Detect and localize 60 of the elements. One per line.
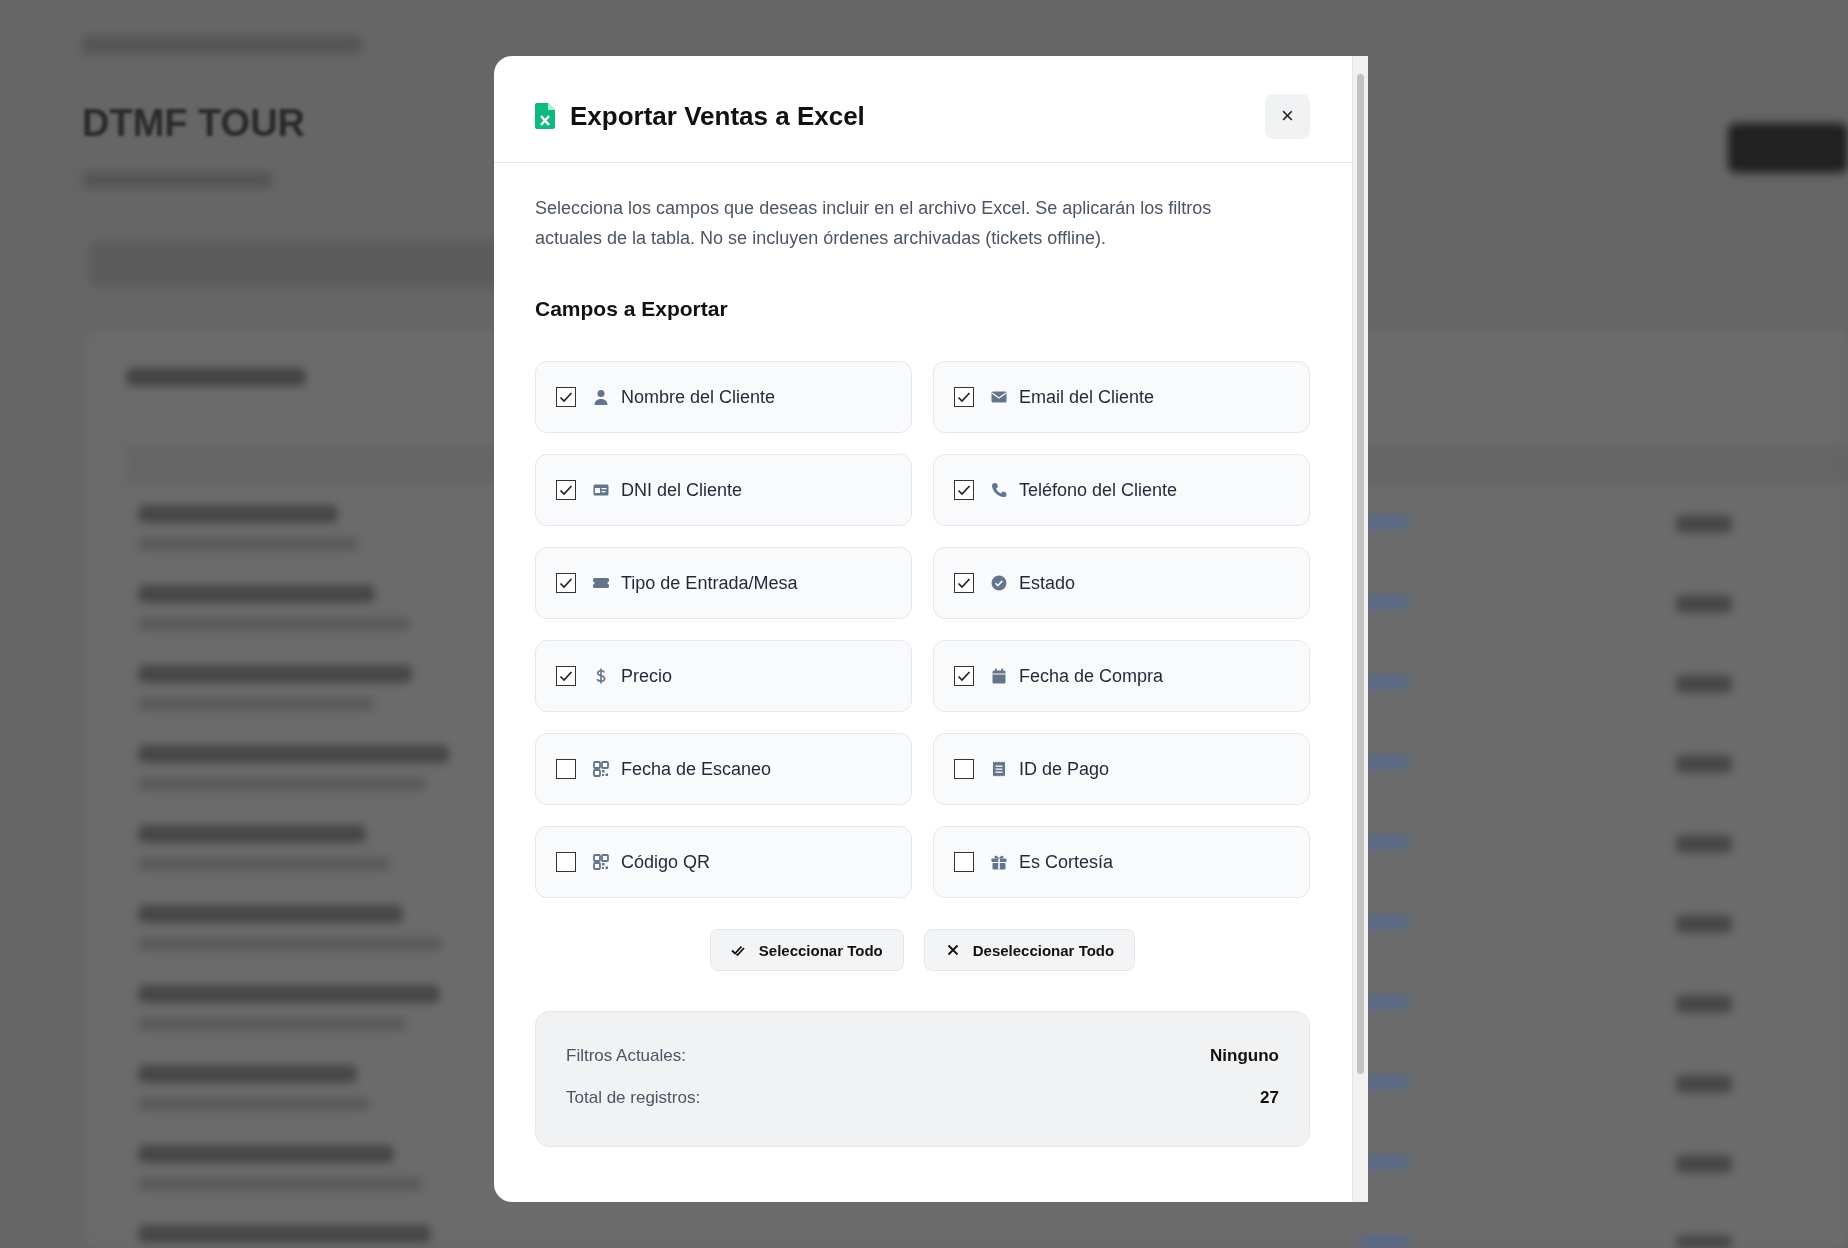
field-label: DNI del Cliente (621, 479, 743, 501)
qr-code-icon (593, 761, 609, 777)
field-label: Nombre del Cliente (621, 386, 776, 408)
field-option[interactable]: Estado (933, 547, 1310, 619)
qr-code-icon (593, 854, 609, 870)
checkbox[interactable] (556, 387, 576, 407)
field-label: Código QR (621, 851, 711, 873)
summary-value: 27 (1260, 1088, 1279, 1108)
checkbox[interactable] (954, 573, 974, 593)
select-all-button[interactable]: Seleccionar Todo (709, 929, 904, 971)
id-card-icon (593, 482, 609, 498)
gift-icon (991, 854, 1007, 870)
field-option[interactable]: Código QR (535, 826, 912, 898)
summary-label: Filtros Actuales: (566, 1046, 686, 1066)
field-label: Fecha de Compra (1019, 665, 1164, 687)
calendar-icon (991, 668, 1007, 684)
checkbox[interactable] (556, 480, 576, 500)
phone-icon (991, 482, 1007, 498)
checkbox[interactable] (556, 666, 576, 686)
close-button[interactable]: × (1265, 93, 1310, 139)
scrollbar[interactable] (1352, 56, 1368, 1202)
field-label: Email del Cliente (1019, 386, 1155, 408)
field-label: Precio (621, 665, 673, 687)
checkbox[interactable] (954, 852, 974, 872)
envelope-icon (991, 389, 1007, 405)
field-label: Estado (1019, 572, 1076, 594)
field-label: Es Cortesía (1019, 851, 1114, 873)
field-option[interactable]: Fecha de Compra (933, 640, 1310, 712)
receipt-icon (991, 761, 1007, 777)
field-option[interactable]: Email del Cliente (933, 361, 1310, 433)
deselect-all-button[interactable]: Deseleccionar Todo (923, 929, 1136, 971)
section-title: Campos a Exportar (535, 297, 729, 321)
field-option[interactable]: Teléfono del Cliente (933, 454, 1310, 526)
field-option[interactable]: Fecha de Escaneo (535, 733, 912, 805)
summary-value: Ninguno (1210, 1046, 1279, 1066)
description-text: Selecciona los campos que deseas incluir en el archivo Excel. Se aplicarán los filtros actuales de la tabla. No se incluyen órdenes archivadas (tickets offline). (535, 197, 1213, 250)
checkbox[interactable] (556, 852, 576, 872)
checkbox[interactable] (954, 666, 974, 686)
ticket-icon (593, 575, 609, 591)
checkbox[interactable] (954, 480, 974, 500)
field-option[interactable]: Precio (535, 640, 912, 712)
field-option[interactable]: Tipo de Entrada/Mesa (535, 547, 912, 619)
summary-label: Total de registros: (566, 1088, 701, 1108)
checkbox[interactable] (954, 759, 974, 779)
field-label: ID de Pago (1019, 758, 1110, 780)
person-icon (593, 389, 609, 405)
page-title: DTMF TOUR (82, 102, 306, 145)
dialog-title: Exportar Ventas a Excel (570, 100, 866, 132)
excel-file-icon (535, 103, 555, 129)
check-circle-icon (991, 575, 1007, 591)
field-option[interactable]: Nombre del Cliente (535, 361, 912, 433)
checkbox[interactable] (556, 759, 576, 779)
field-label: Fecha de Escaneo (621, 758, 772, 780)
field-label: Teléfono del Cliente (1019, 479, 1178, 501)
field-option[interactable]: Es Cortesía (933, 826, 1310, 898)
field-label: Tipo de Entrada/Mesa (621, 572, 798, 594)
checkbox[interactable] (954, 387, 974, 407)
field-option[interactable]: ID de Pago (933, 733, 1310, 805)
field-option[interactable]: DNI del Cliente (535, 454, 912, 526)
checkbox[interactable] (556, 573, 576, 593)
